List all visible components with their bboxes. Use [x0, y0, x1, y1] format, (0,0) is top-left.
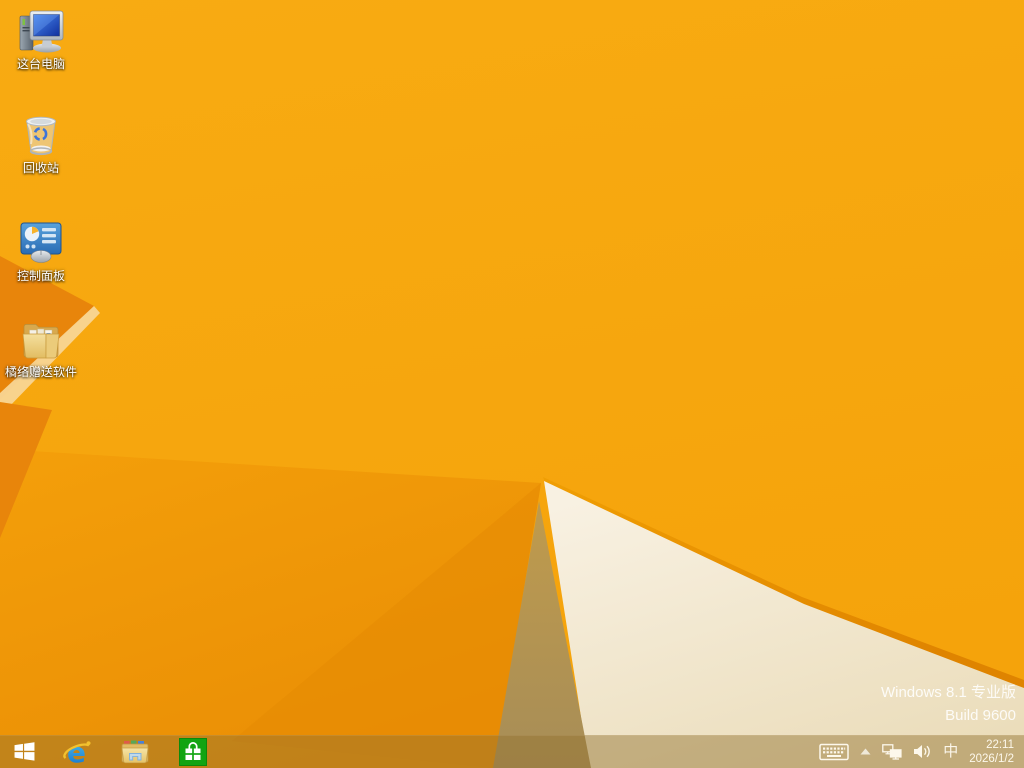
taskbar: e 中 22:11 2026/1/2 — [0, 735, 1024, 768]
taskbar-app-file-explorer[interactable] — [106, 735, 164, 768]
watermark-edition-line: Windows 8.1 专业版 — [880, 684, 1016, 701]
desktop-icon-label: 回收站 — [22, 161, 59, 175]
network-icon — [882, 743, 902, 760]
start-button[interactable] — [0, 735, 48, 768]
desktop-icon-control-panel[interactable]: 控制面板 — [2, 218, 80, 283]
touch-keyboard-button[interactable] — [819, 743, 849, 761]
shared-folder-icon — [22, 324, 60, 359]
desktop-icon-this-pc[interactable]: 这台电脑 — [2, 6, 80, 71]
svg-text:e: e — [67, 738, 86, 766]
taskbar-app-store[interactable] — [164, 735, 222, 768]
file-explorer-icon — [121, 740, 149, 764]
recycle-bin-icon — [26, 116, 56, 156]
clock-date: 2026/1/2 — [969, 752, 1014, 765]
tray-clock[interactable]: 22:11 2026/1/2 — [969, 738, 1014, 766]
desktop-icon-label: 这台电脑 — [16, 57, 65, 71]
this-pc-icon — [19, 10, 64, 53]
taskbar-app-internet-explorer[interactable]: e — [48, 735, 106, 768]
wallpaper-image — [0, 0, 1024, 768]
store-icon — [179, 737, 207, 766]
desktop[interactable]: 这台电脑 回收站 控制面板 橘络赠送软件 Windows 8.1 专业版 Bui… — [0, 0, 1024, 768]
ime-language-button[interactable]: 中 — [943, 744, 958, 759]
system-tray: 中 22:11 2026/1/2 — [819, 735, 1024, 768]
desktop-icon-label: 橘络赠送软件 — [4, 365, 77, 379]
edition-watermark: Windows 8.1 专业版 Build 9600 — [881, 681, 1016, 727]
control-panel-icon — [20, 222, 62, 263]
network-status-button[interactable] — [882, 743, 902, 760]
clock-time: 22:11 — [986, 738, 1014, 751]
desktop-icon-label: 控制面板 — [16, 269, 65, 283]
volume-button[interactable] — [913, 744, 932, 759]
show-hidden-icons-button[interactable] — [860, 748, 871, 755]
touch-keyboard-icon — [819, 743, 849, 760]
desktop-icon-recycle-bin[interactable]: 回收站 — [2, 110, 80, 175]
windows-logo-icon — [14, 742, 34, 761]
volume-icon — [914, 745, 931, 758]
watermark-build-line: Build 9600 — [945, 707, 1016, 724]
desktop-icon-shared-folder[interactable]: 橘络赠送软件 — [2, 314, 80, 379]
ie-icon: e — [63, 738, 91, 766]
chevron-up-icon — [860, 748, 871, 755]
